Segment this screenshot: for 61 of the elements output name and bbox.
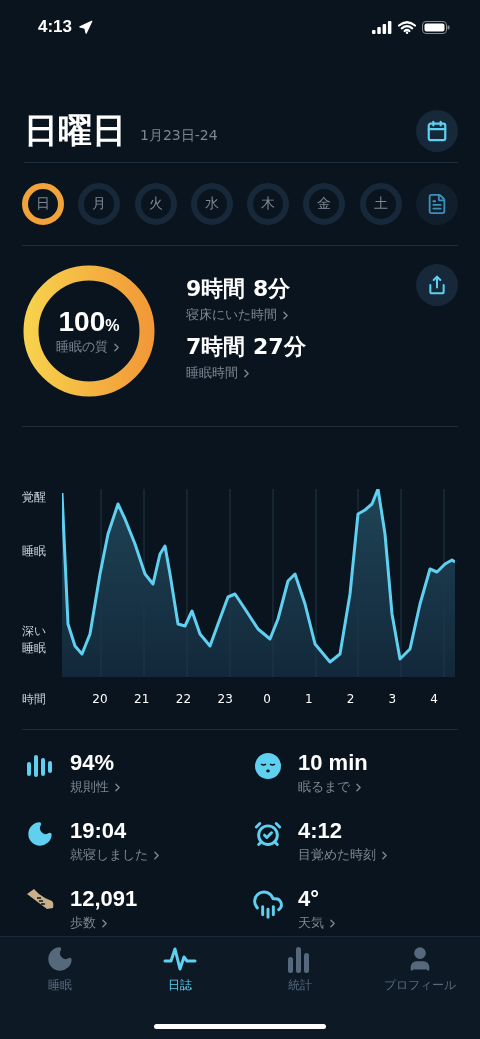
status-time: 4:13 <box>38 17 73 37</box>
x-tick-label: 3 <box>387 692 398 706</box>
x-tick-label: 1 <box>303 692 314 706</box>
signal-icon <box>372 20 392 34</box>
document-button[interactable] <box>415 183 458 225</box>
moon-icon <box>26 820 54 848</box>
tab[interactable]: 日誌 <box>120 945 240 994</box>
tab[interactable]: 統計 <box>240 945 360 994</box>
x-tick-label: 23 <box>216 692 234 706</box>
y-axis-label: 睡眠 <box>22 543 47 560</box>
x-tick-label: 4 <box>429 692 439 706</box>
day-button[interactable]: 土 <box>359 183 402 225</box>
y-axis-label: 覚醒 <box>22 489 47 506</box>
stat-value: 19:04 <box>70 818 127 844</box>
x-tick-label: 0 <box>262 692 272 706</box>
share-icon <box>427 275 447 295</box>
x-tick-label: 21 <box>133 692 151 706</box>
stat-link[interactable]: 眠るまで <box>298 778 365 796</box>
y-axis-label: 深い睡眠 <box>22 623 47 656</box>
wifi-icon <box>398 20 416 34</box>
stat-value: 4:12 <box>298 818 343 844</box>
day-button[interactable]: 木 <box>247 183 290 225</box>
stat-value: 4° <box>298 886 320 912</box>
stat-link[interactable]: 目覚めた時刻 <box>298 846 391 864</box>
calendar-icon <box>426 120 448 142</box>
stat-value: 94% <box>70 750 115 776</box>
day-title: 日曜日 <box>24 109 126 152</box>
metric-value: 7時間 27分 <box>186 333 306 361</box>
day-button[interactable]: 金 <box>303 183 346 225</box>
date-range: 1月23日-24 <box>140 127 219 145</box>
metric-value: 9時間 8分 <box>186 275 291 303</box>
metric-link[interactable]: 寝床にいた時間 <box>186 306 292 324</box>
wave-icon <box>163 945 197 973</box>
stat-link[interactable]: 歩数 <box>70 914 111 932</box>
stat-value: 10 min <box>298 750 368 776</box>
x-axis-label: 時間 <box>22 690 47 708</box>
moon-icon <box>46 945 74 973</box>
x-tick-label: 22 <box>174 692 193 706</box>
x-tick-label: 20 <box>91 692 109 706</box>
quality-link[interactable]: 睡眠の質 <box>55 338 123 356</box>
metric-link[interactable]: 睡眠時間 <box>186 364 253 382</box>
day-button[interactable]: 月 <box>78 183 121 225</box>
stat-link[interactable]: 天気 <box>298 914 339 932</box>
stat-link[interactable]: 規則性 <box>70 778 124 796</box>
bars-icon <box>25 752 55 778</box>
share-button[interactable] <box>416 264 458 306</box>
rain-cloud-icon <box>252 888 284 920</box>
x-tick-label: 2 <box>345 692 356 706</box>
battery-icon <box>422 20 450 34</box>
stat-link[interactable]: 就寝しました <box>70 846 163 864</box>
day-button[interactable]: 水 <box>190 183 233 225</box>
calendar-button[interactable] <box>416 110 458 152</box>
alarm-clock-icon <box>254 820 282 848</box>
stat-value: 12,091 <box>70 886 138 912</box>
location-arrow-icon <box>78 19 94 35</box>
day-button[interactable]: 日 <box>22 183 64 225</box>
day-button[interactable]: 火 <box>134 183 177 225</box>
quality-value: 100% <box>58 306 120 338</box>
sleeping-face-icon <box>254 752 282 780</box>
tab[interactable]: プロフィール <box>360 945 480 994</box>
tab[interactable]: 睡眠 <box>0 945 120 994</box>
